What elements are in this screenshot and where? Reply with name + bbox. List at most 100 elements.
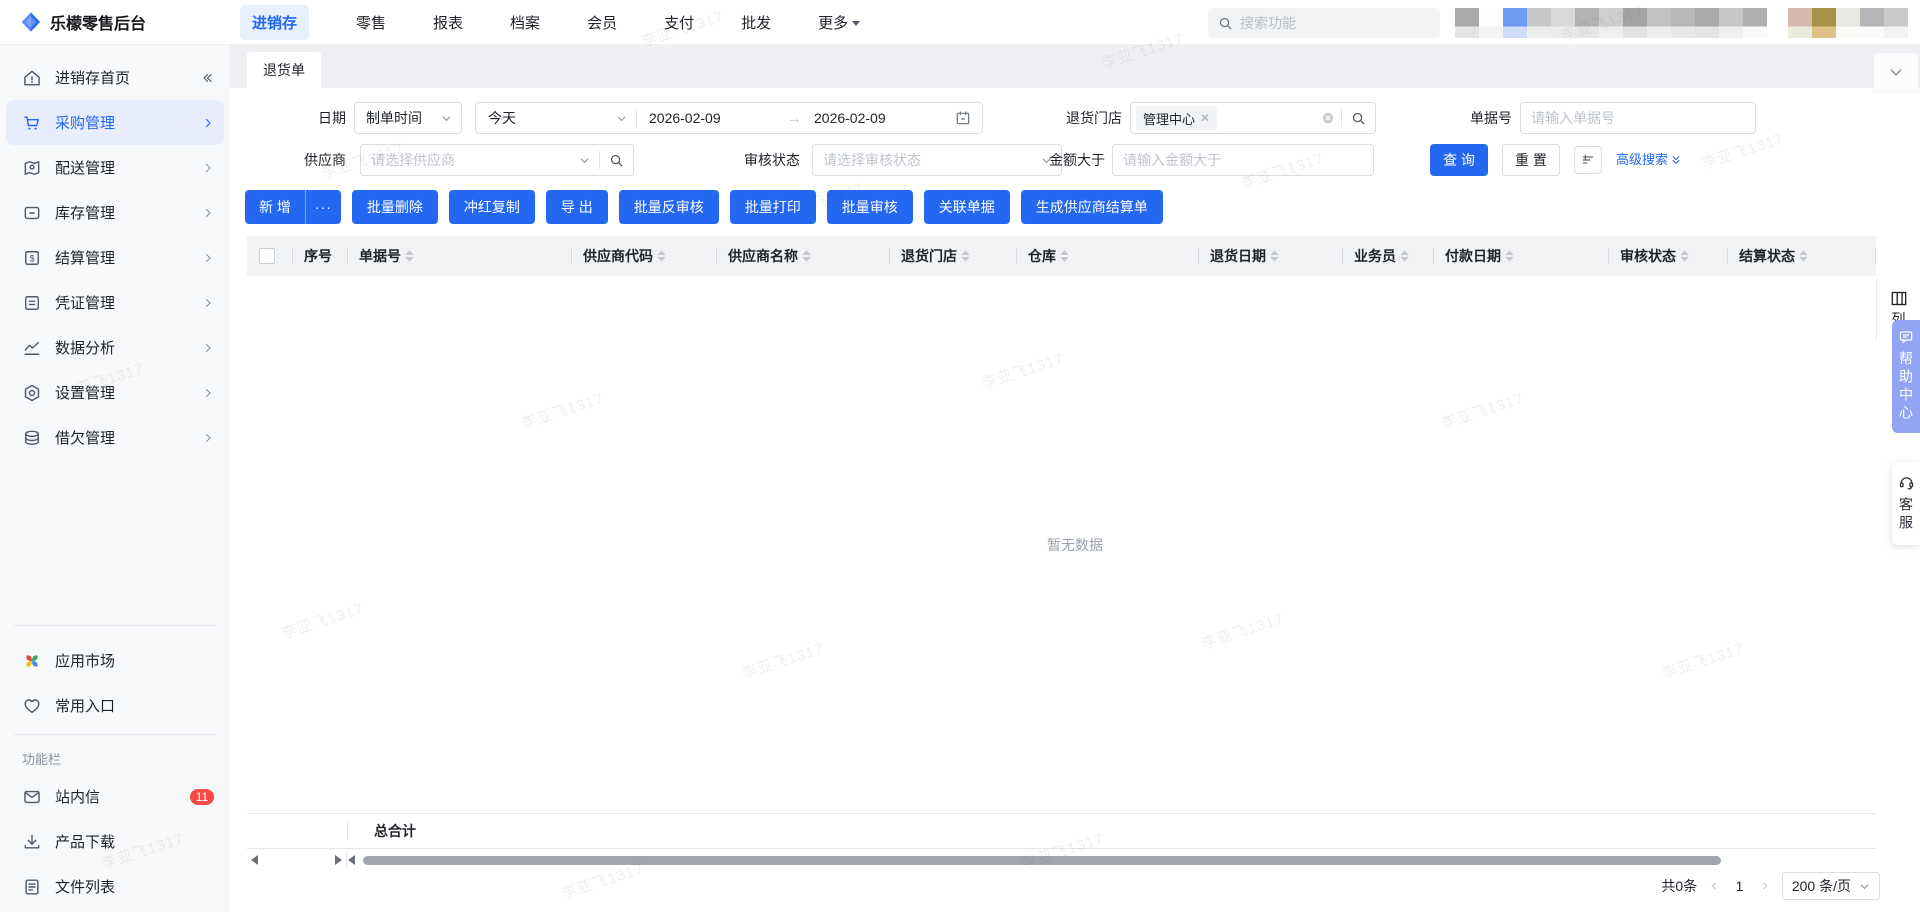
nav-item-zhifu[interactable]: 支付 bbox=[664, 12, 694, 33]
sidebar-item-settlement[interactable]: $ 结算管理 bbox=[0, 235, 230, 280]
sidebar-item-analytics[interactable]: 数据分析 bbox=[0, 325, 230, 370]
column-header-store[interactable]: 退货门店 bbox=[889, 236, 1016, 276]
sort-icon[interactable] bbox=[1680, 250, 1689, 262]
sidebar-item-purchase[interactable]: 采购管理 bbox=[6, 100, 224, 145]
advanced-search-link[interactable]: 高级搜索 bbox=[1616, 144, 1681, 176]
export-button[interactable]: 导 出 bbox=[546, 190, 608, 224]
tab-return-order[interactable]: 退货单 bbox=[247, 52, 321, 88]
prev-page-button[interactable]: ‹ bbox=[1711, 878, 1716, 894]
scrollbar-thumb[interactable] bbox=[363, 856, 1721, 865]
column-header-index: 序号 bbox=[292, 236, 347, 276]
sort-icon[interactable] bbox=[405, 250, 414, 262]
amount-input-field[interactable] bbox=[1113, 152, 1373, 168]
column-header-settle-status[interactable]: 结算状态 bbox=[1727, 236, 1876, 276]
column-header-warehouse[interactable]: 仓库 bbox=[1016, 236, 1198, 276]
red-copy-button[interactable]: 冲红复制 bbox=[449, 190, 535, 224]
chevron-down-icon bbox=[1888, 64, 1904, 80]
query-button[interactable]: 查 询 bbox=[1430, 144, 1488, 176]
main-scroll-track[interactable] bbox=[348, 853, 1876, 867]
sort-icon[interactable] bbox=[1799, 250, 1808, 262]
nav-item-more[interactable]: 更多 bbox=[818, 12, 860, 33]
nav-item-dangan[interactable]: 档案 bbox=[510, 12, 540, 33]
sidebar-item-delivery[interactable]: 配送管理 bbox=[0, 145, 230, 190]
generate-settlement-button[interactable]: 生成供应商结算单 bbox=[1021, 190, 1163, 224]
app-logo[interactable]: 乐檬零售后台 bbox=[20, 10, 205, 34]
nav-item-baobiao[interactable]: 报表 bbox=[433, 12, 463, 33]
sort-icon[interactable] bbox=[1270, 250, 1279, 262]
audit-status-field[interactable] bbox=[813, 152, 1032, 168]
global-search-input[interactable] bbox=[1240, 15, 1430, 31]
date-from-value[interactable]: 2026-02-09 bbox=[637, 110, 787, 126]
column-header-audit-status[interactable]: 审核状态 bbox=[1608, 236, 1727, 276]
add-more-button[interactable]: ··· bbox=[306, 190, 341, 224]
column-header-salesman[interactable]: 业务员 bbox=[1342, 236, 1433, 276]
tab-list-toggle[interactable] bbox=[1874, 53, 1918, 91]
related-docs-button[interactable]: 关联单据 bbox=[924, 190, 1010, 224]
supplier-select[interactable] bbox=[360, 144, 634, 176]
batch-audit-button[interactable]: 批量审核 bbox=[827, 190, 913, 224]
nav-item-pifa[interactable]: 批发 bbox=[741, 12, 771, 33]
sort-icon[interactable] bbox=[961, 250, 970, 262]
sidebar-item-inventory[interactable]: 库存管理 bbox=[0, 190, 230, 235]
column-header-supplier-name[interactable]: 供应商名称 bbox=[716, 236, 889, 276]
page-size-select[interactable]: 200 条/页 bbox=[1782, 872, 1880, 900]
sidebar-item-voucher[interactable]: 凭证管理 bbox=[0, 280, 230, 325]
next-page-button[interactable]: › bbox=[1763, 878, 1768, 894]
logo-gem-icon bbox=[20, 11, 42, 33]
supplier-input-field[interactable] bbox=[361, 152, 570, 168]
scroll-left-arrow[interactable] bbox=[348, 855, 355, 865]
sidebar-item-debt[interactable]: 借欠管理 bbox=[0, 415, 230, 460]
search-icon[interactable] bbox=[609, 153, 624, 168]
column-header-pay-date[interactable]: 付款日期 bbox=[1433, 236, 1608, 276]
sidebar-item-app-market[interactable]: 应用市场 bbox=[0, 638, 230, 683]
batch-delete-button[interactable]: 批量删除 bbox=[352, 190, 438, 224]
search-icon[interactable] bbox=[1351, 111, 1366, 126]
nav-item-jinxiaocun[interactable]: 进销存 bbox=[240, 5, 309, 40]
clear-icon[interactable] bbox=[1321, 111, 1335, 125]
global-search[interactable] bbox=[1208, 8, 1440, 38]
sidebar-item-home[interactable]: 进销存首页 bbox=[0, 55, 230, 100]
sort-icon[interactable] bbox=[1505, 250, 1514, 262]
unread-badge: 11 bbox=[190, 789, 214, 805]
sidebar-item-settings[interactable]: 设置管理 bbox=[0, 370, 230, 415]
scroll-right-arrow[interactable] bbox=[335, 855, 342, 865]
sort-icon[interactable] bbox=[1400, 250, 1409, 262]
scroll-left-arrow[interactable] bbox=[251, 855, 258, 865]
sidebar-item-product-download[interactable]: 产品下载 bbox=[0, 819, 230, 864]
billno-input-field[interactable] bbox=[1521, 110, 1755, 126]
sort-icon[interactable] bbox=[1060, 250, 1069, 262]
customer-service-button[interactable]: 客服 bbox=[1892, 462, 1920, 545]
nav-item-lingshou[interactable]: 零售 bbox=[356, 12, 386, 33]
sort-icon[interactable] bbox=[657, 250, 666, 262]
column-header-return-date[interactable]: 退货日期 bbox=[1198, 236, 1342, 276]
sidebar-item-favorites[interactable]: 常用入口 bbox=[0, 683, 230, 728]
filter-lines-icon[interactable] bbox=[1574, 146, 1602, 174]
column-header-supplier-code[interactable]: 供应商代码 bbox=[571, 236, 716, 276]
date-type-select[interactable]: 制单时间 bbox=[354, 102, 462, 134]
date-range-picker[interactable]: 今天 2026-02-09 → 2026-02-09 bbox=[475, 102, 983, 134]
add-button[interactable]: 新 增 bbox=[245, 190, 305, 224]
select-all-checkbox[interactable] bbox=[259, 248, 275, 264]
column-header-billno[interactable]: 单据号 bbox=[347, 236, 571, 276]
collapse-sidebar-icon[interactable] bbox=[200, 71, 214, 85]
date-to-value[interactable]: 2026-02-09 bbox=[802, 110, 937, 126]
filter-row-2: 供应商 审核状态 金额大于 查 询 重 置 高级搜索 bbox=[230, 144, 1920, 176]
help-center-button[interactable]: 帮助中心 bbox=[1892, 320, 1920, 433]
store-tag[interactable]: 管理中心✕ bbox=[1136, 106, 1217, 130]
total-count: 共0条 bbox=[1661, 876, 1697, 896]
sort-icon[interactable] bbox=[802, 250, 811, 262]
sidebar-item-inbox[interactable]: 站内信 11 bbox=[0, 774, 230, 819]
current-page[interactable]: 1 bbox=[1731, 878, 1749, 894]
nav-item-huiyuan[interactable]: 会员 bbox=[587, 12, 617, 33]
chevron-right-icon bbox=[202, 207, 214, 219]
reset-button[interactable]: 重 置 bbox=[1502, 144, 1560, 176]
amount-input[interactable] bbox=[1112, 144, 1374, 176]
sidebar-item-file-list[interactable]: 文件列表 bbox=[0, 864, 230, 909]
tag-close-icon[interactable]: ✕ bbox=[1200, 111, 1210, 125]
batch-unaudit-button[interactable]: 批量反审核 bbox=[619, 190, 719, 224]
batch-print-button[interactable]: 批量打印 bbox=[730, 190, 816, 224]
main-content: 退货单 日期 制单时间 今天 2026-02-09 → 2026-02-09 退… bbox=[230, 45, 1920, 912]
billno-input[interactable] bbox=[1520, 102, 1756, 134]
store-select[interactable]: 管理中心✕ bbox=[1130, 102, 1376, 134]
date-preset-select[interactable]: 今天 bbox=[476, 108, 636, 128]
